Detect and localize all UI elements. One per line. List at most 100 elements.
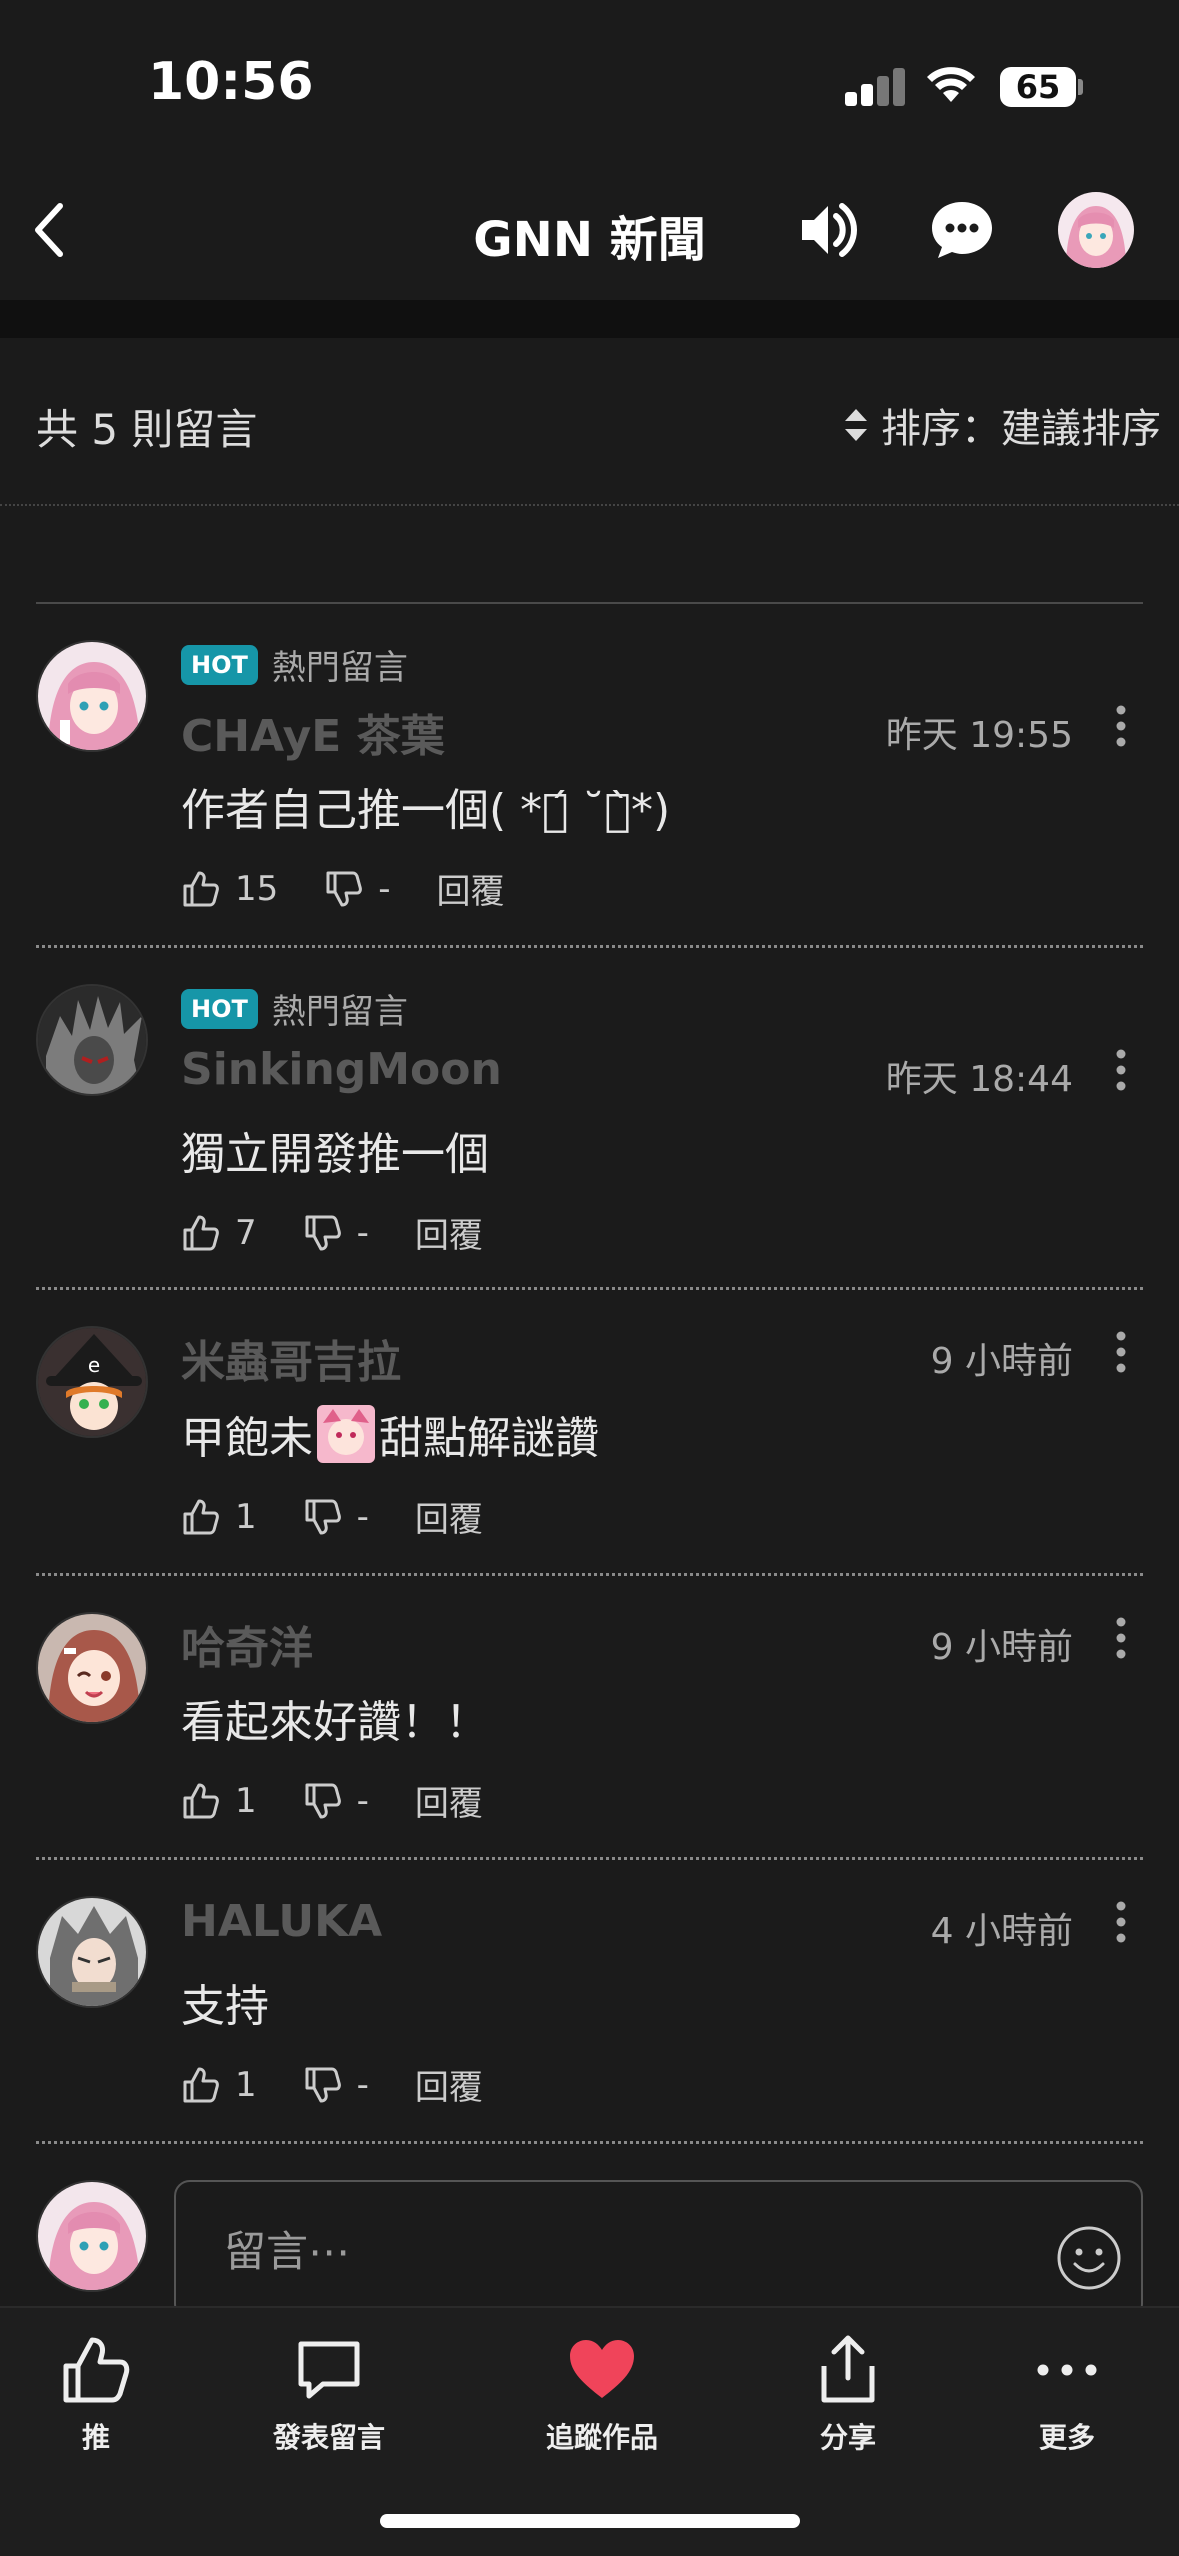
dislike-count: - xyxy=(356,1496,369,1537)
avatar[interactable]: e xyxy=(36,1326,148,1438)
comment-item: HALUKA 4 小時前 支持 1 - 回覆 xyxy=(36,1860,1143,2144)
dislike-count: - xyxy=(356,1780,369,1821)
more-vertical-icon[interactable] xyxy=(1111,704,1131,748)
comment-username[interactable]: 米蟲哥吉拉 xyxy=(181,1326,401,1390)
tab-label: 更多 xyxy=(1038,2421,1095,2454)
tab-label: 分享 xyxy=(819,2421,876,2454)
comment-time: 昨天 19:55 xyxy=(885,715,1073,756)
page-title: GNN 新聞 xyxy=(473,212,706,268)
status-time: 10:56 xyxy=(148,52,314,112)
comment-input-placeholder: 留言⋯ xyxy=(224,2227,351,2276)
comment-time: 昨天 18:44 xyxy=(885,1059,1073,1100)
avatar[interactable] xyxy=(36,640,148,752)
tab-follow[interactable]: 追蹤作品 xyxy=(502,2332,702,2456)
hot-label: 熱門留言 xyxy=(271,648,408,688)
dislike-count: - xyxy=(356,1212,369,1253)
comment-time: 9 小時前 xyxy=(930,1627,1073,1668)
dislike-icon[interactable] xyxy=(303,2065,343,2105)
sort-label: 排序：建議排序 xyxy=(881,406,1161,452)
avatar[interactable] xyxy=(36,984,148,1096)
share-icon xyxy=(821,2335,875,2403)
comment-actions: 1 - 回覆 xyxy=(181,2060,483,2109)
comment-text: 看起來好讚！！ xyxy=(181,1697,489,1748)
hot-badge: HOT xyxy=(181,644,258,685)
comment-text-part: 甲飽未 xyxy=(181,1413,313,1464)
tab-post-comment[interactable]: 發表留言 xyxy=(229,2332,429,2456)
sort-button[interactable]: 排序：建議排序 xyxy=(843,396,1161,454)
dislike-count: - xyxy=(356,2064,369,2105)
like-icon[interactable] xyxy=(181,1213,221,1253)
svg-text:e: e xyxy=(88,1353,100,1377)
hot-indicator: HOT 熱門留言 xyxy=(181,640,408,689)
comment-item: HOT 熱門留言 SinkingMoon 昨天 18:44 獨立開發推一個 7 … xyxy=(36,948,1143,1290)
dislike-icon[interactable] xyxy=(303,1781,343,1821)
comment-text: 獨立開發推一個 xyxy=(181,1129,489,1180)
comment-item: e 米蟲哥吉拉 9 小時前 甲飽未 甜點解謎讚 1 - 回覆 xyxy=(36,1290,1143,1576)
comments-header: 共 5 則留言 排序：建議排序 xyxy=(0,338,1179,506)
more-vertical-icon[interactable] xyxy=(1111,1330,1131,1374)
more-vertical-icon[interactable] xyxy=(1111,1616,1131,1660)
home-indicator[interactable] xyxy=(380,2514,800,2528)
my-avatar xyxy=(36,2180,148,2292)
reply-button[interactable]: 回覆 xyxy=(437,864,505,913)
dislike-count: - xyxy=(378,868,391,909)
reply-button[interactable]: 回覆 xyxy=(415,1492,483,1541)
comment-input[interactable]: 留言⋯ xyxy=(174,2180,1143,2320)
speaker-icon[interactable] xyxy=(790,190,870,270)
comment-text: 作者自己推一個( *ต́ ˘ต̀*) xyxy=(181,785,671,836)
comment-text: 甲飽未 甜點解謎讚 xyxy=(181,1402,599,1466)
like-icon[interactable] xyxy=(181,869,221,909)
hot-badge: HOT xyxy=(181,988,258,1029)
app-header: GNN 新聞 xyxy=(0,160,1179,300)
sort-icon xyxy=(845,409,867,441)
tab-more[interactable]: 更多 xyxy=(967,2332,1167,2456)
like-count: 1 xyxy=(235,1496,257,1537)
reply-button[interactable]: 回覆 xyxy=(415,1776,483,1825)
like-count: 1 xyxy=(235,1780,257,1821)
hot-label: 熱門留言 xyxy=(271,992,408,1032)
more-vertical-icon[interactable] xyxy=(1111,1900,1131,1944)
wifi-icon xyxy=(927,67,975,102)
status-bar: 10:56 65 xyxy=(0,0,1179,160)
like-icon[interactable] xyxy=(181,1497,221,1537)
tab-label: 發表留言 xyxy=(272,2421,385,2454)
like-icon[interactable] xyxy=(181,1781,221,1821)
sticker-icon xyxy=(317,1405,375,1463)
tab-label: 追蹤作品 xyxy=(545,2421,658,2454)
comment-item: HOT 熱門留言 CHAyE 茶葉 昨天 19:55 作者自己推一個( *ต́ … xyxy=(36,604,1143,948)
hot-indicator: HOT 熱門留言 xyxy=(181,984,408,1033)
comment-time: 9 小時前 xyxy=(930,1341,1073,1382)
like-count: 1 xyxy=(235,2064,257,2105)
reply-button[interactable]: 回覆 xyxy=(415,1208,483,1257)
comment-count: 共 5 則留言 xyxy=(36,405,258,454)
reply-button[interactable]: 回覆 xyxy=(415,2060,483,2109)
avatar[interactable] xyxy=(36,1612,148,1724)
comment-username[interactable]: SinkingMoon xyxy=(181,1044,502,1095)
more-vertical-icon[interactable] xyxy=(1111,1048,1131,1092)
chat-icon[interactable] xyxy=(922,190,1002,270)
tab-share[interactable]: 分享 xyxy=(748,2332,948,2456)
dislike-icon[interactable] xyxy=(303,1213,343,1253)
heart-icon xyxy=(570,2340,634,2398)
like-count: 7 xyxy=(235,1212,257,1253)
comment-time: 4 小時前 xyxy=(930,1911,1073,1952)
like-icon[interactable] xyxy=(181,2065,221,2105)
thumbs-up-icon xyxy=(63,2337,130,2403)
comment-actions: 1 - 回覆 xyxy=(181,1776,483,1825)
dislike-icon[interactable] xyxy=(324,869,364,909)
comment-username[interactable]: 哈奇洋 xyxy=(181,1612,313,1676)
dislike-icon[interactable] xyxy=(303,1497,343,1537)
tab-push[interactable]: 推 xyxy=(0,2332,196,2456)
speech-bubble-icon xyxy=(298,2341,360,2399)
cellular-signal-icon xyxy=(845,66,905,106)
comment-actions: 7 - 回覆 xyxy=(181,1208,483,1257)
user-avatar[interactable] xyxy=(1058,192,1134,268)
comment-text: 支持 xyxy=(181,1981,269,2032)
avatar[interactable] xyxy=(36,1896,148,2008)
comment-username[interactable]: HALUKA xyxy=(181,1896,382,1947)
comment-username[interactable]: CHAyE 茶葉 xyxy=(181,700,445,764)
tab-label: 推 xyxy=(81,2421,110,2454)
comment-text-part: 甜點解謎讚 xyxy=(379,1413,599,1464)
emoji-icon[interactable] xyxy=(1055,2224,1123,2292)
more-horizontal-icon xyxy=(1037,2364,1097,2376)
